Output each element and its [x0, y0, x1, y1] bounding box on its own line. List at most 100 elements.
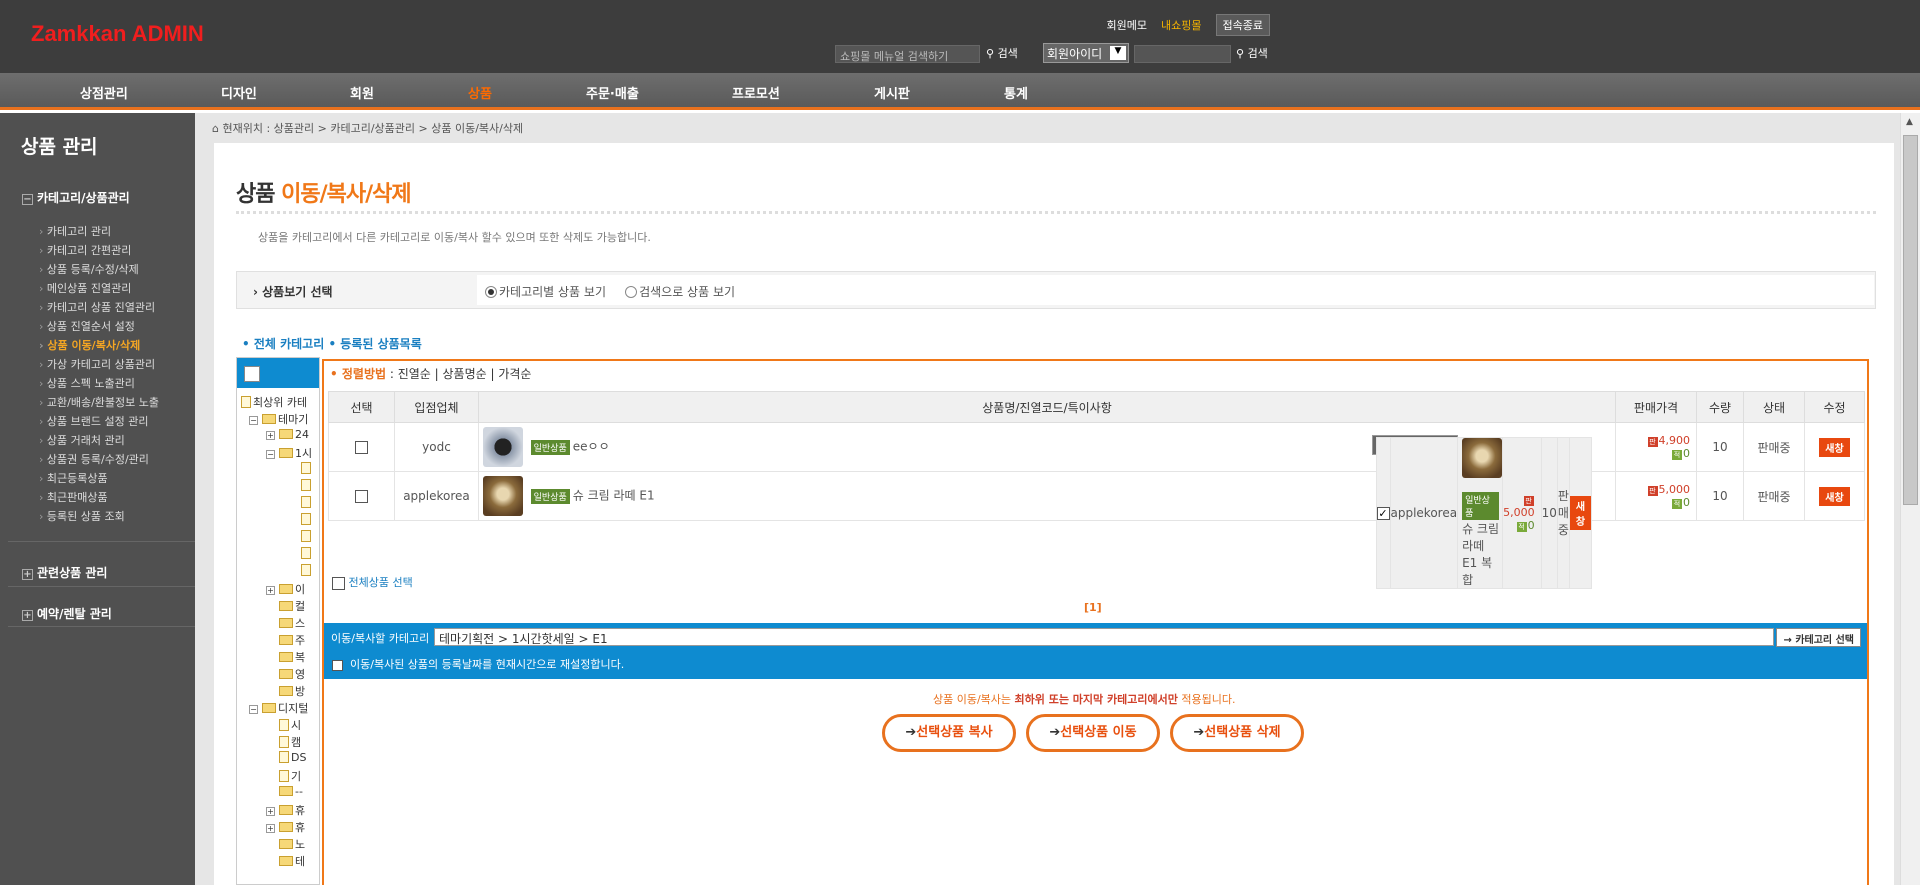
tree-node[interactable]: − 테마기: [249, 411, 308, 427]
sort-links[interactable]: : 진열순 | 상품명순 | 가격순: [390, 367, 532, 381]
nav-stats[interactable]: 통계: [1004, 83, 1028, 102]
sidebar-item[interactable]: 메인상품 진열관리: [39, 282, 159, 301]
select-all[interactable]: 전체상품 선택: [332, 574, 413, 590]
sidebar-item[interactable]: 상품 등록/수정/삭제: [39, 263, 159, 282]
row-checkbox[interactable]: [355, 490, 368, 503]
sidebar-item[interactable]: 상품권 등록/수정/관리: [39, 453, 159, 472]
tree-doc[interactable]: [301, 462, 313, 475]
sidebar-item[interactable]: 상품 진열순서 설정: [39, 320, 159, 339]
edit-new-window-button[interactable]: 새창: [1819, 437, 1850, 457]
sidebar-item[interactable]: 상품 거래처 관리: [39, 434, 159, 453]
sidebar-group-category[interactable]: − 카테고리/상품관리: [22, 189, 130, 206]
select-all-checkbox[interactable]: [332, 576, 345, 590]
product-thumbnail[interactable]: [1462, 437, 1503, 478]
tree-node[interactable]: 캠: [279, 734, 301, 750]
manual-search-input[interactable]: 쇼핑몰 메뉴얼 검색하기: [835, 45, 980, 63]
point-icon: 적: [1672, 450, 1682, 460]
col-select: 선택: [328, 391, 395, 423]
move-selected-button[interactable]: ➔선택상품 이동: [1026, 714, 1160, 752]
tree-node[interactable]: + 휴: [266, 819, 305, 835]
my-shop-link[interactable]: 내쇼핑몰: [1161, 17, 1201, 33]
tree-node[interactable]: 스: [279, 615, 305, 631]
sidebar-item[interactable]: 교환/배송/환불정보 노출: [39, 396, 159, 415]
nav-member[interactable]: 회원: [350, 83, 374, 102]
tree-node[interactable]: 시: [279, 717, 301, 733]
product-name[interactable]: 슈 크림 라떼 E1: [573, 489, 655, 503]
scrollbar-thumb[interactable]: [1903, 135, 1918, 505]
tree-doc[interactable]: [301, 479, 313, 492]
tree-node[interactable]: +24: [266, 428, 309, 441]
target-category-input[interactable]: 테마기획전 > 1시간핫세일 > E1: [434, 628, 1774, 646]
tree-node[interactable]: 테: [279, 853, 305, 869]
sidebar-group-rental[interactable]: + 예약/렌탈 관리: [22, 605, 112, 622]
sidebar-item[interactable]: 등록된 상품 조회: [39, 510, 159, 529]
subtabs[interactable]: • 전체 카테고리 • 등록된 상품목록: [242, 335, 422, 352]
status-cell: 판매중: [1743, 422, 1805, 472]
tree-doc[interactable]: [301, 564, 313, 577]
sidebar-item-active[interactable]: 상품 이동/복사/삭제: [39, 339, 159, 358]
tree-label: --: [295, 785, 303, 798]
edit-new-window-button[interactable]: 새창: [1819, 486, 1850, 506]
tree-node[interactable]: − 디지털: [249, 700, 308, 716]
tree-node[interactable]: 복: [279, 649, 305, 665]
category-select-button[interactable]: → 카테고리 선택: [1776, 628, 1861, 647]
sidebar-item[interactable]: 최근등록상품: [39, 472, 159, 491]
product-name[interactable]: 슈 크림 라떼 E1 복합: [1462, 522, 1499, 587]
pagination[interactable]: [1]: [1084, 601, 1102, 614]
reset-date-option[interactable]: 이동/복사된 상품의 등록날짜를 현재시간으로 재설정합니다.: [332, 656, 624, 672]
nav-design[interactable]: 디자인: [221, 83, 257, 102]
tree-node[interactable]: − 1시: [266, 445, 312, 461]
manual-search-button[interactable]: ⚲ 검색: [986, 45, 1018, 61]
sidebar-item[interactable]: 카테고리 간편관리: [39, 244, 159, 263]
scroll-up-icon[interactable]: ▲: [1906, 117, 1913, 127]
admin-logo[interactable]: Zamkkan ADMIN: [31, 21, 204, 47]
plus-icon: +: [266, 586, 275, 595]
sidebar-item[interactable]: 카테고리 관리: [39, 225, 159, 244]
product-name[interactable]: eeㅇㅇ: [573, 440, 610, 454]
sidebar-item[interactable]: 가상 카테고리 상품관리: [39, 358, 159, 377]
tree-node[interactable]: 최상위 카테: [241, 394, 307, 410]
product-thumbnail[interactable]: [483, 476, 523, 516]
tree-node[interactable]: + 휴: [266, 802, 305, 818]
sidebar-item[interactable]: 상품 스펙 노출관리: [39, 377, 159, 396]
tree-node[interactable]: --: [279, 785, 303, 798]
view-by-search-radio[interactable]: 검색으로 상품 보기: [625, 285, 735, 299]
tree-doc[interactable]: [301, 496, 313, 509]
sidebar-group-related[interactable]: + 관련상품 관리: [22, 564, 107, 581]
member-search-button[interactable]: ⚲ 검색: [1236, 45, 1268, 61]
scrollbar[interactable]: ▲: [1900, 113, 1920, 885]
sidebar-item[interactable]: 상품 브랜드 설정 관리: [39, 415, 159, 434]
table-header-row: 선택 입점업체 상품명/진열코드/특이사항 판매가격 수량 상태 수정: [328, 391, 1865, 423]
nav-product[interactable]: 상품: [468, 83, 492, 102]
row-checkbox-checked[interactable]: ✓: [1376, 506, 1390, 520]
copy-selected-button[interactable]: ➔선택상품 복사: [882, 714, 1016, 752]
nav-order-sales[interactable]: 주문·매출: [586, 83, 639, 102]
tree-doc[interactable]: [301, 530, 313, 543]
view-by-category-radio[interactable]: 카테고리별 상품 보기: [485, 285, 606, 299]
member-field-select[interactable]: 회원아이디 ▼: [1043, 43, 1129, 63]
edit-new-window-button[interactable]: 새창: [1569, 495, 1592, 530]
nav-board[interactable]: 게시판: [874, 83, 910, 102]
reset-date-checkbox[interactable]: [332, 659, 343, 671]
nav-store[interactable]: 상점관리: [80, 83, 128, 102]
member-memo-link[interactable]: 회원메모: [1107, 17, 1147, 33]
sidebar-item[interactable]: 최근판매상품: [39, 491, 159, 510]
tree-node[interactable]: 기: [279, 768, 301, 784]
tree-node[interactable]: 영: [279, 666, 305, 682]
logout-button[interactable]: 접속종료: [1215, 14, 1270, 36]
tree-icon[interactable]: [244, 366, 260, 382]
tree-node[interactable]: 방: [279, 683, 305, 699]
member-search-input[interactable]: [1134, 45, 1231, 63]
tree-doc[interactable]: [301, 547, 313, 560]
tree-node[interactable]: DS: [279, 751, 306, 764]
tree-node[interactable]: 컬: [279, 598, 305, 614]
product-thumbnail[interactable]: [483, 427, 523, 467]
tree-node[interactable]: + 이: [266, 581, 305, 597]
sidebar-item[interactable]: 카테고리 상품 진열관리: [39, 301, 159, 320]
tree-node[interactable]: 노: [279, 836, 305, 852]
tree-node[interactable]: 주: [279, 632, 305, 648]
tree-doc[interactable]: [301, 513, 313, 526]
row-checkbox[interactable]: [355, 441, 368, 454]
delete-selected-button[interactable]: ➔선택상품 삭제: [1170, 714, 1304, 752]
nav-promotion[interactable]: 프로모션: [732, 83, 780, 102]
